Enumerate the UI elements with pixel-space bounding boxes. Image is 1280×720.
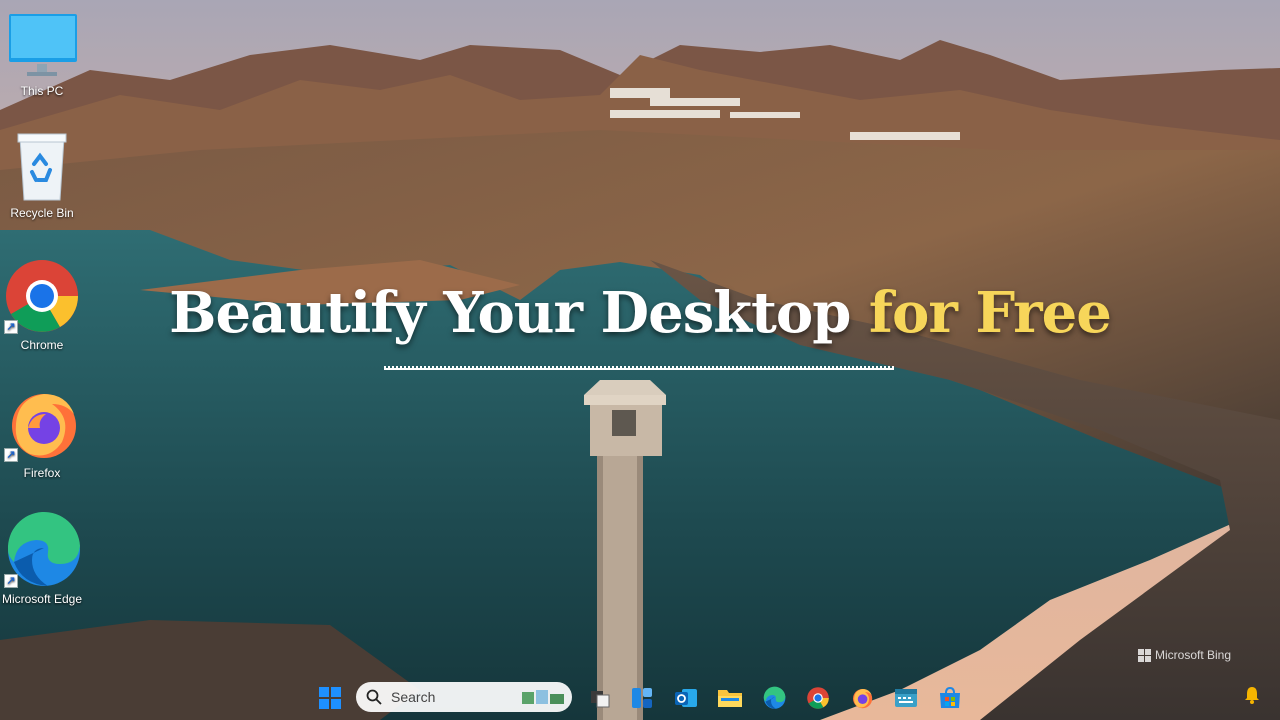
desktop-icon-label: This PC — [20, 84, 64, 98]
search-icon — [366, 689, 382, 705]
keyboard-app-button[interactable] — [888, 680, 924, 716]
microsoft-logo-icon — [1138, 648, 1151, 662]
desktop-icon-label: Firefox — [23, 466, 61, 480]
start-button[interactable] — [312, 680, 348, 716]
search-highlight-icon — [522, 690, 564, 704]
task-view-button[interactable] — [582, 680, 618, 716]
shortcut-arrow-icon: ↗ — [4, 448, 18, 462]
desktop-icon-firefox[interactable]: ↗ Firefox — [0, 384, 84, 480]
file-explorer-button[interactable] — [712, 680, 748, 716]
bing-watermark-label: Microsoft Bing — [1155, 648, 1232, 662]
desktop-wallpaper — [0, 0, 1280, 720]
taskbar: Search — [0, 676, 1280, 720]
widgets-icon — [632, 688, 652, 708]
headline-part-white: Beautify Your Desktop — [169, 280, 869, 346]
chrome-icon — [807, 687, 829, 709]
shortcut-arrow-icon: ↗ — [4, 574, 18, 588]
search-placeholder: Search — [391, 689, 436, 705]
firefox-icon — [853, 689, 873, 709]
notification-bell-icon[interactable] — [1244, 686, 1260, 709]
edge-taskbar-button[interactable] — [756, 680, 792, 716]
store-button[interactable] — [932, 680, 968, 716]
chrome-taskbar-button[interactable] — [800, 680, 836, 716]
headline-underline — [384, 366, 894, 370]
desktop-icon-label: Recycle Bin — [10, 206, 74, 220]
desktop-icon-edge[interactable]: ↗ Microsoft Edge — [0, 510, 84, 606]
task-view-icon — [591, 691, 610, 708]
desktop-icon-this-pc[interactable]: This PC — [0, 10, 84, 98]
outlook-button[interactable] — [668, 680, 704, 716]
taskbar-search[interactable]: Search — [356, 682, 572, 712]
widgets-button[interactable] — [624, 680, 660, 716]
desktop-icon-recycle-bin[interactable]: Recycle Bin — [0, 130, 84, 220]
store-icon — [940, 686, 960, 708]
bing-watermark[interactable]: Microsoft Bing — [1138, 648, 1231, 662]
desktop-icon-label: Microsoft Edge — [1, 592, 83, 606]
recycle-bin-icon — [10, 130, 74, 204]
headline-part-accent: for Free — [868, 280, 1112, 346]
edge-icon — [763, 686, 786, 709]
edge-icon: ↗ — [2, 510, 82, 590]
keyboard-app-icon — [895, 689, 917, 707]
start-icon — [319, 687, 341, 709]
outlook-icon — [675, 689, 697, 707]
monitor-icon — [7, 10, 77, 82]
headline: Beautify Your Desktop for Free — [0, 280, 1280, 346]
firefox-icon: ↗ — [2, 384, 82, 464]
file-explorer-icon — [718, 690, 742, 707]
firefox-taskbar-button[interactable] — [844, 680, 880, 716]
